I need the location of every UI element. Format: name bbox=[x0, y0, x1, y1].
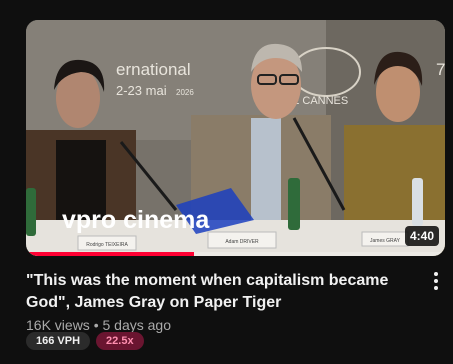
video-title[interactable]: "This was the moment when capitalism bec… bbox=[26, 270, 416, 314]
thumbnail-image: ernational 2-23 mai 2026 E CANNES 7 Rodr… bbox=[26, 20, 445, 256]
stats-badges: 166 VPH 22.5x bbox=[26, 332, 144, 350]
view-count: 16K views bbox=[26, 317, 90, 333]
nameplate-center-text: Adam DRIVER bbox=[225, 239, 259, 245]
more-vert-icon-dot bbox=[434, 286, 438, 290]
backdrop-edge: 7 bbox=[436, 60, 445, 79]
more-vert-icon bbox=[434, 272, 438, 276]
backdrop-cannes: E CANNES bbox=[292, 95, 348, 107]
water-bottle bbox=[288, 178, 300, 230]
upload-age: 5 days ago bbox=[102, 317, 172, 333]
nameplate-right-text: James GRAY bbox=[370, 238, 401, 244]
watch-progress-bar bbox=[26, 252, 445, 256]
brand-overlay: vpro cinema bbox=[62, 206, 210, 234]
water-bottle-2 bbox=[412, 178, 423, 226]
nameplate-left-text: Rodrigo TEIXEIRA bbox=[86, 242, 128, 248]
video-card[interactable]: ernational 2-23 mai 2026 E CANNES 7 Rodr… bbox=[0, 0, 453, 364]
more-vert-icon-dot bbox=[434, 279, 438, 283]
vph-badge: 166 VPH bbox=[26, 332, 91, 350]
duration-badge: 4:40 bbox=[404, 226, 439, 246]
water-bottle-3 bbox=[26, 188, 36, 236]
multiplier-badge: 22.5x bbox=[96, 332, 144, 350]
more-options-button[interactable] bbox=[426, 270, 446, 292]
meta-separator: • bbox=[93, 317, 99, 333]
watch-progress-fill bbox=[26, 252, 194, 256]
video-thumbnail[interactable]: ernational 2-23 mai 2026 E CANNES 7 Rodr… bbox=[26, 20, 445, 256]
backdrop-text-1: ernational bbox=[116, 60, 191, 79]
backdrop-year: 2026 bbox=[176, 88, 194, 97]
backdrop-text-2: 2-23 mai bbox=[116, 83, 167, 98]
